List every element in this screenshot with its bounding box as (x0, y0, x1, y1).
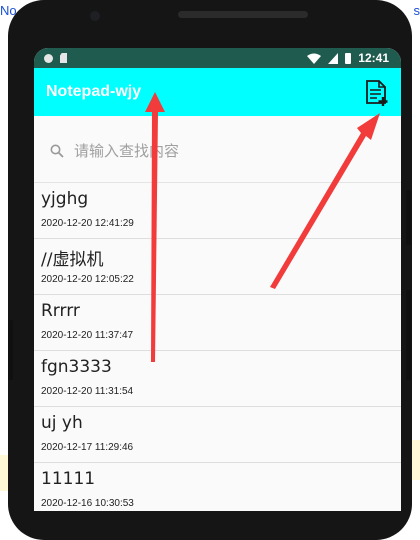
note-title: yjghg (41, 189, 88, 209)
side-button-left (8, 320, 13, 380)
note-date: 2020-12-16 10:30:53 (41, 498, 134, 509)
note-date: 2020-12-20 11:37:47 (41, 330, 133, 341)
host-highlight-left (0, 455, 8, 491)
speaker-grille (178, 11, 308, 18)
status-clock: 12:41 (358, 51, 389, 65)
app-bar: Notepad-wjy (34, 68, 401, 116)
search-input[interactable] (72, 138, 376, 164)
note-title: Rrrrr (41, 301, 80, 321)
phone-frame: 12:41 Notepad-wjy yjghg (8, 0, 412, 540)
note-item[interactable]: Rrrrr 2020-12-20 11:37:47 (34, 295, 401, 351)
search-bar[interactable] (34, 116, 401, 183)
sd-card-icon (60, 53, 67, 63)
volume-button (406, 290, 411, 380)
note-item[interactable]: uj yh 2020-12-17 11:29:46 (34, 407, 401, 463)
note-item[interactable]: yjghg 2020-12-20 12:41:29 (34, 183, 401, 239)
search-icon (50, 144, 64, 158)
note-title: //虚拟机 (41, 245, 103, 270)
power-button (406, 190, 411, 245)
note-list: yjghg 2020-12-20 12:41:29 //虚拟机 2020-12-… (34, 183, 401, 511)
status-bar: 12:41 (34, 48, 401, 68)
note-title: uj yh (41, 413, 83, 433)
note-title: 11111 (41, 469, 95, 489)
signal-icon (328, 53, 338, 64)
camera-icon (90, 11, 100, 21)
note-date: 2020-12-17 11:29:46 (41, 442, 133, 453)
add-note-icon[interactable] (363, 79, 389, 107)
status-icons-left (44, 53, 67, 63)
note-title: fgn3333 (41, 357, 112, 377)
note-item[interactable]: fgn3333 2020-12-20 11:31:54 (34, 351, 401, 407)
app-title: Notepad-wjy (46, 83, 141, 101)
host-edge-text: s (414, 3, 420, 18)
note-item[interactable]: //虚拟机 2020-12-20 12:05:22 (34, 239, 401, 295)
app-screen: 12:41 Notepad-wjy yjghg (34, 48, 401, 511)
battery-icon (345, 53, 351, 64)
notification-dot-icon (44, 54, 53, 63)
note-item[interactable]: 11111 2020-12-16 10:30:53 (34, 463, 401, 511)
wifi-icon (307, 53, 321, 64)
note-date: 2020-12-20 12:41:29 (41, 218, 134, 229)
host-highlight-right (412, 440, 420, 480)
status-icons-right: 12:41 (307, 51, 389, 65)
note-date: 2020-12-20 12:05:22 (41, 274, 134, 285)
note-date: 2020-12-20 11:31:54 (41, 386, 133, 397)
